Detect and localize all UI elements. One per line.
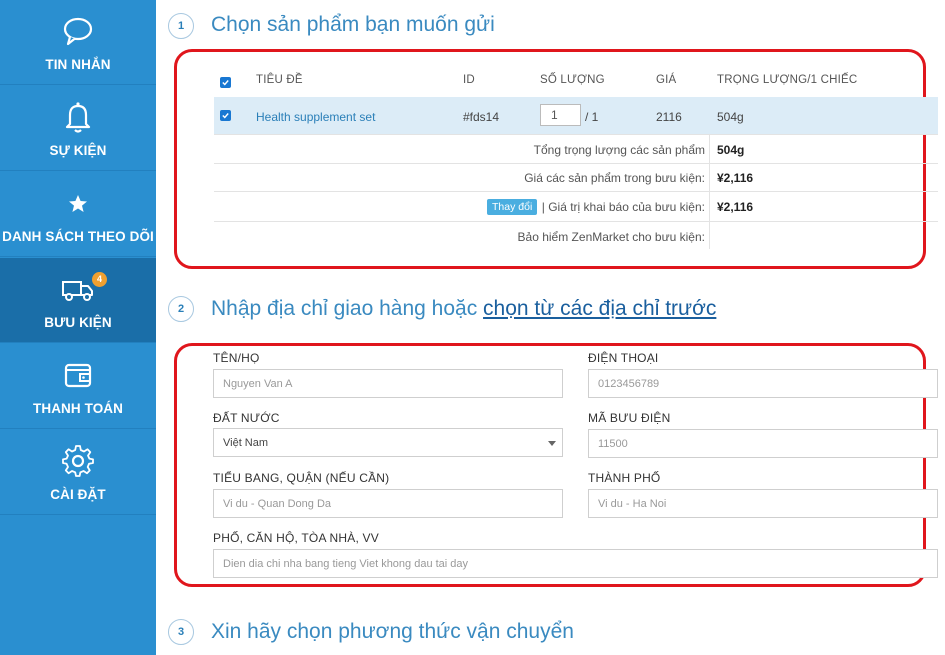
sidebar-item-label: SỰ KIỆN: [49, 143, 107, 158]
step-title-text: Nhập địa chỉ giao hàng hoặc: [211, 297, 484, 320]
previous-addresses-link[interactable]: chọn từ các địa chỉ trước: [483, 297, 716, 320]
sidebar-item-payment[interactable]: THANH TOÁN: [0, 344, 156, 429]
sidebar-item-label: CÀI ĐẶT: [50, 487, 106, 502]
sidebar-item-label: DANH SÁCH THEO DÕI: [2, 229, 154, 244]
sidebar-item-label: THANH TOÁN: [33, 401, 123, 416]
street-input[interactable]: Dien dia chi nha bang tieng Viet khong d…: [213, 549, 938, 578]
state-label: TIỂU BANG, QUẬN (NẾU CẦN): [213, 471, 390, 485]
chevron-down-icon: [548, 441, 556, 446]
step-number: 1: [168, 13, 194, 39]
bell-icon: [0, 100, 156, 136]
postal-code-input[interactable]: 11500: [588, 429, 938, 458]
street-label: PHỐ, CĂN HỘ, TÒA NHÀ, VV: [213, 531, 379, 545]
chat-bubble-icon: [0, 14, 156, 50]
column-header-weight: TRỌNG LƯỢNG/1 CHIẾC: [717, 74, 858, 86]
quantity-input[interactable]: 1: [540, 104, 581, 126]
quantity-total: / 1: [585, 110, 599, 124]
city-input[interactable]: Vi du - Ha Noi: [588, 489, 938, 518]
notification-badge: 4: [92, 272, 107, 287]
city-label: THÀNH PHỐ: [588, 471, 661, 485]
column-header-id: ID: [463, 74, 475, 86]
change-declared-value-button[interactable]: Thay đổi: [487, 199, 538, 215]
sidebar-item-settings[interactable]: CÀI ĐẶT: [0, 430, 156, 515]
state-input[interactable]: Vi du - Quan Dong Da: [213, 489, 563, 518]
column-header-title: TIÊU ĐỀ: [256, 74, 303, 86]
step-number: 3: [168, 619, 194, 645]
goods-value: ¥2,116: [717, 171, 754, 185]
divider: [214, 221, 938, 222]
product-weight: 504g: [717, 110, 744, 124]
sidebar-item-packages[interactable]: 4 BƯU KIỆN: [0, 258, 156, 343]
declared-value-label: | Giá trị khai báo của bưu kiện:: [541, 200, 705, 214]
divider: [214, 163, 938, 164]
name-label: TÊN/HỌ: [213, 351, 260, 365]
country-select[interactable]: Việt Nam: [213, 428, 563, 457]
step-title: Nhập địa chỉ giao hàng hoặc chọn từ các …: [211, 297, 716, 321]
column-divider: [709, 134, 710, 249]
divider: [214, 191, 938, 192]
step-title: Chọn sản phẩm bạn muốn gửi: [211, 13, 495, 36]
sidebar: TIN NHẮN SỰ KIỆN DANH SÁCH THEO DÕI 4 BƯ…: [0, 0, 156, 655]
column-header-quantity: SỐ LƯỢNG: [540, 74, 605, 86]
insurance-label: Bảo hiểm ZenMarket cho bưu kiện:: [517, 230, 705, 244]
sidebar-item-label: BƯU KIỆN: [44, 315, 112, 330]
sidebar-item-label: TIN NHẮN: [45, 57, 111, 72]
phone-label: ĐIỆN THOẠI: [588, 351, 659, 365]
total-weight-value: 504g: [717, 143, 745, 157]
column-header-price: GIÁ: [656, 74, 677, 86]
star-icon: [0, 186, 156, 222]
product-price: 2116: [656, 110, 682, 124]
sidebar-item-watchlist[interactable]: DANH SÁCH THEO DÕI: [0, 172, 156, 257]
goods-value-label: Giá các sản phẩm trong bưu kiện:: [524, 171, 705, 185]
divider: [214, 134, 938, 135]
row-checkbox[interactable]: [220, 110, 231, 121]
truck-icon: [0, 272, 156, 308]
declared-value: ¥2,116: [717, 200, 754, 214]
phone-input[interactable]: 0123456789: [588, 369, 938, 398]
step-number: 2: [168, 296, 194, 322]
country-label: ĐẤT NƯỚC: [213, 411, 280, 425]
postal-code-label: MÃ BƯU ĐIỆN: [588, 411, 671, 425]
name-input[interactable]: Nguyen Van A: [213, 369, 563, 398]
product-id: #fds14: [463, 110, 500, 124]
select-all-checkbox[interactable]: [220, 77, 231, 88]
gear-icon: [0, 444, 156, 480]
step-title: Xin hãy chọn phương thức vận chuyển: [211, 620, 574, 643]
total-weight-label: Tổng trọng lượng các sản phẩm: [533, 143, 705, 157]
sidebar-item-messages[interactable]: TIN NHẮN: [0, 0, 156, 85]
sidebar-item-events[interactable]: SỰ KIỆN: [0, 86, 156, 171]
wallet-icon: [0, 358, 156, 394]
product-title-link[interactable]: Health supplement set: [256, 110, 375, 124]
